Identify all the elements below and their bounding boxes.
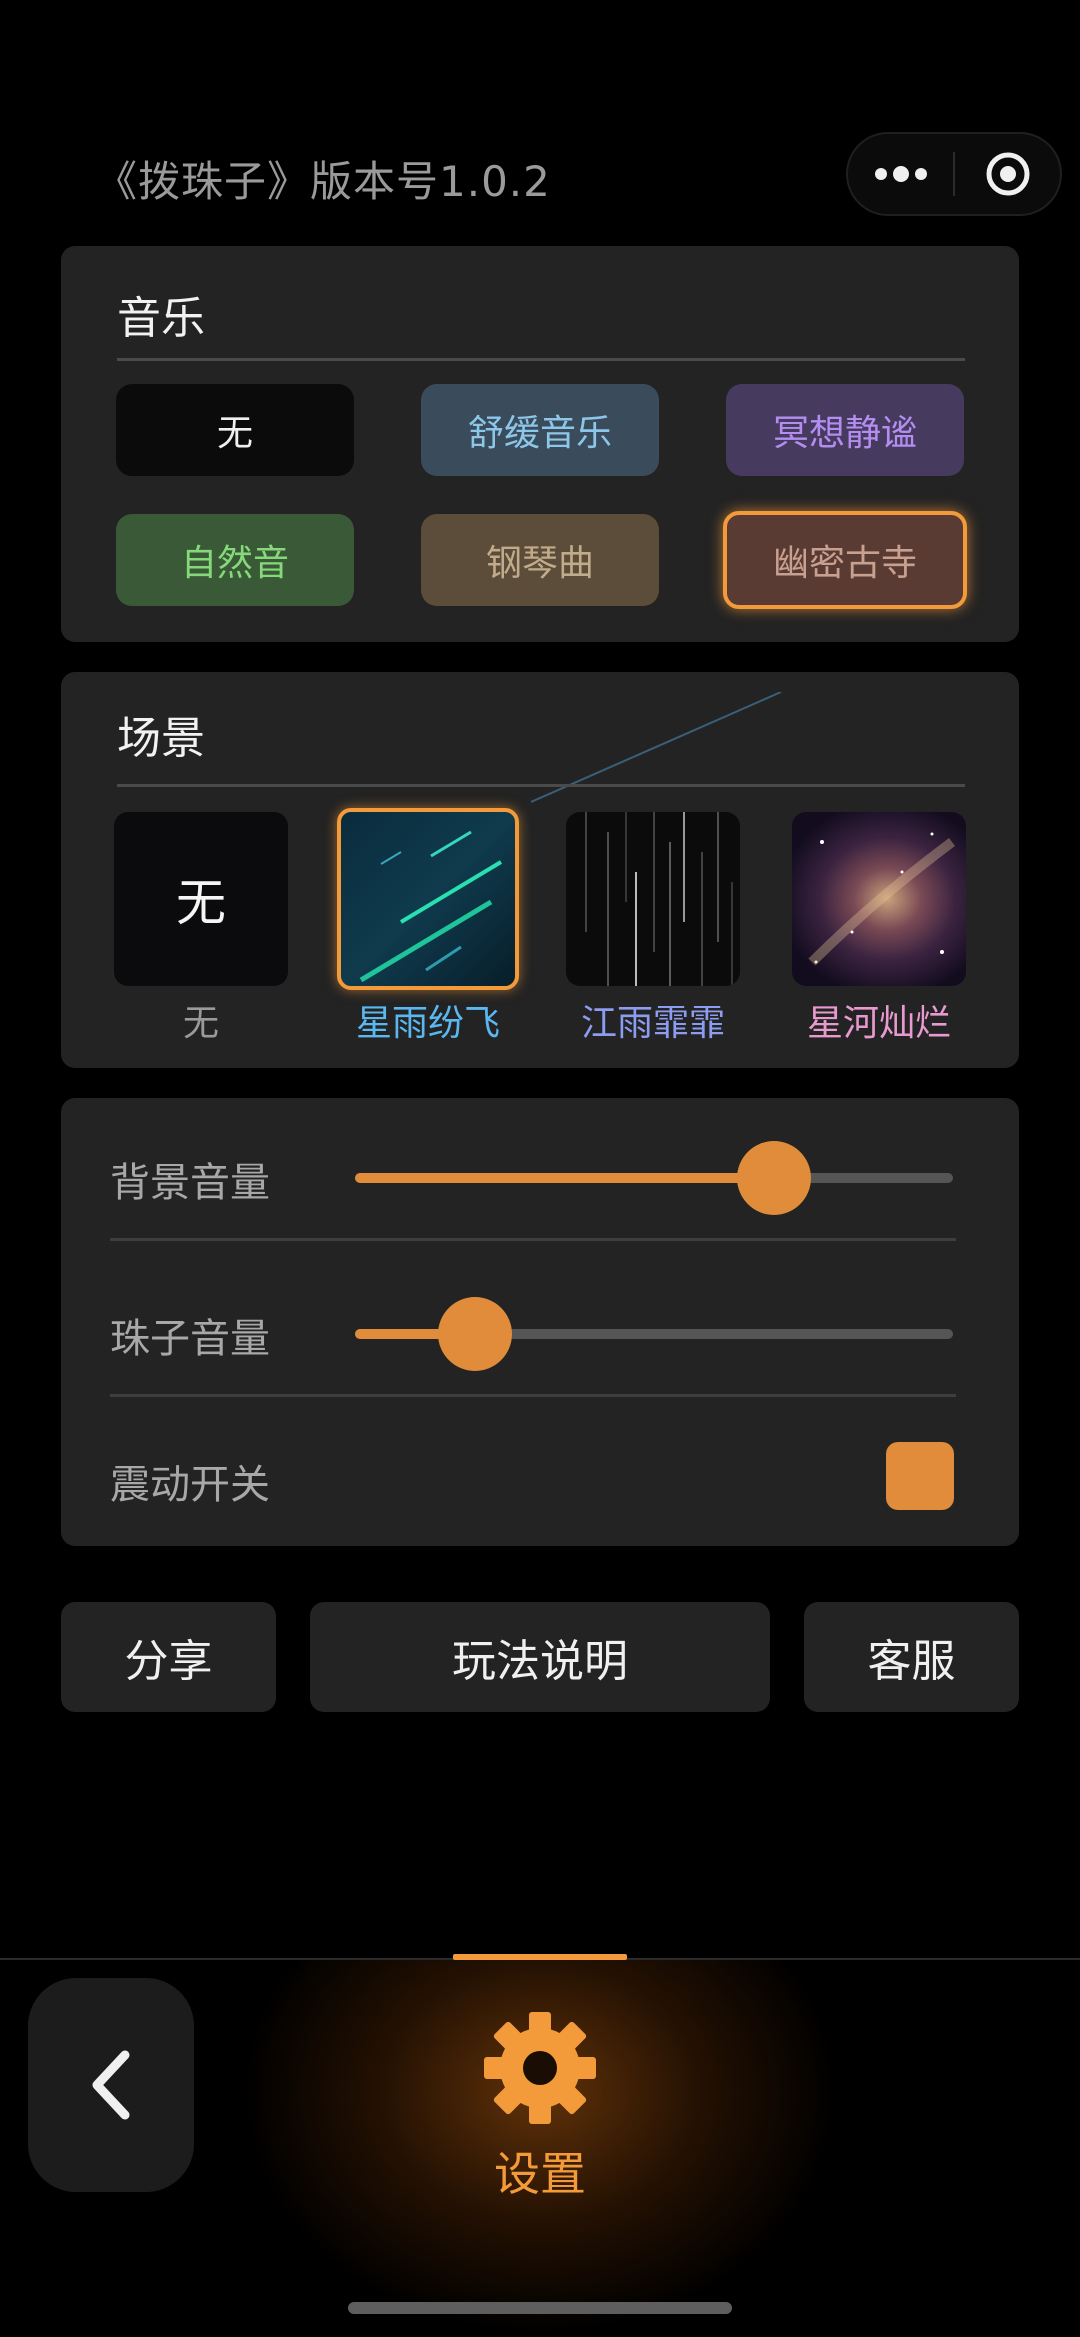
music-option-label: 自然音 [180,543,289,584]
scene-divider [117,784,965,787]
scene-title: 场景 [117,713,205,764]
music-option-label: 冥想静谧 [772,413,917,454]
scene-option-star-rain[interactable] [337,808,519,990]
scene-option-river-rain[interactable] [566,812,740,986]
music-option-label: 舒缓音乐 [467,413,612,454]
star-rain-image [359,830,503,983]
music-option-nature[interactable]: 自然音 [116,514,354,606]
bead-volume-thumb[interactable] [437,1297,512,1371]
tab-active-indicator [453,1954,627,1960]
galaxy-image [808,832,956,966]
page-title: 《拨珠子》版本号1.0.2 [95,157,551,206]
howto-button[interactable]: 玩法说明 [310,1602,770,1712]
bg-volume-fill [355,1173,774,1183]
music-divider [117,358,965,361]
gear-icon [484,2012,596,2124]
controls-divider [110,1238,956,1241]
river-rain-image [585,812,733,986]
scene-label: 星河灿烂 [806,1003,951,1044]
controls-divider [110,1394,956,1397]
music-option-meditation[interactable]: 冥想静谧 [726,384,964,476]
bead-volume-slider[interactable] [355,1297,953,1371]
scene-tile-text: 无 [176,874,226,932]
bead-volume-label: 珠子音量 [110,1316,270,1362]
music-option-soothing[interactable]: 舒缓音乐 [421,384,659,476]
scene-label: 无 [182,1003,219,1044]
music-option-label: 钢琴曲 [485,543,594,584]
music-option-label: 无 [216,413,253,454]
vibration-label: 震动开关 [110,1462,270,1508]
mini-program-capsule [846,132,1062,216]
bg-volume-slider[interactable] [355,1141,953,1215]
scene-option-galaxy[interactable] [792,812,966,986]
tab-settings-label: 设置 [494,2147,586,2201]
back-button[interactable] [28,1978,194,2192]
music-option-temple[interactable]: 幽密古寺 [723,511,967,609]
home-indicator [348,2302,732,2314]
music-option-none[interactable]: 无 [116,384,354,476]
music-panel: 音乐 无 舒缓音乐 冥想静谧 自然音 钢琴曲 幽密古寺 [61,246,1019,642]
bg-volume-thumb[interactable] [736,1141,811,1215]
more-dots-icon [874,166,927,182]
target-circle-icon [986,152,1029,196]
scene-label: 星雨纷飞 [355,1003,500,1044]
chevron-left-icon [92,2050,130,2120]
music-option-label: 幽密古寺 [772,543,917,584]
music-title: 音乐 [117,293,205,344]
close-button[interactable] [955,134,1060,214]
scene-label: 江雨霏霏 [580,1003,725,1044]
music-option-piano[interactable]: 钢琴曲 [421,514,659,606]
tab-settings[interactable]: 设置 [440,2010,640,2220]
service-button[interactable]: 客服 [804,1602,1019,1712]
share-button[interactable]: 分享 [61,1602,276,1712]
scene-option-none[interactable]: 无 [114,812,288,986]
more-button[interactable] [848,134,953,214]
meteor-streak-decoration [531,692,782,803]
bg-volume-label: 背景音量 [110,1160,270,1206]
vibration-toggle[interactable] [886,1442,954,1510]
